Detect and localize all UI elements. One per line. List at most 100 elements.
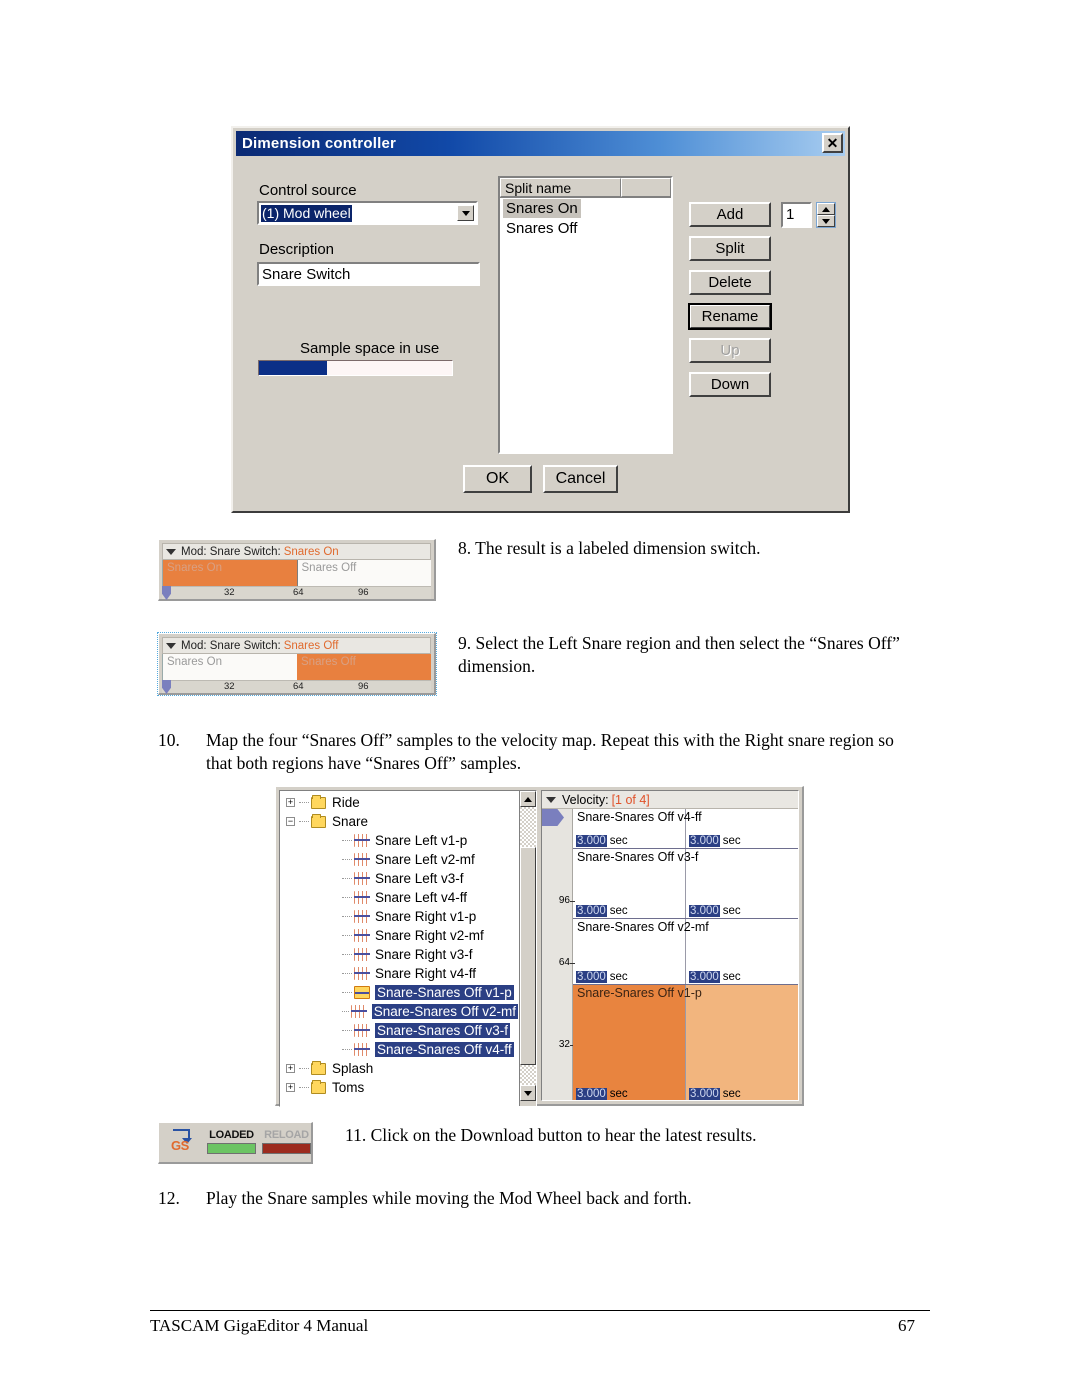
tree-item[interactable]: +Splash: [280, 1059, 518, 1078]
stepper-up-icon[interactable]: [817, 203, 835, 215]
down-button[interactable]: Down: [689, 372, 771, 397]
velocity-row[interactable]: Snare-Snares Off v1-p3.000sec3.000sec: [573, 985, 798, 1101]
split-count-input[interactable]: 1: [781, 202, 812, 228]
split-name-list[interactable]: Split name Snares OnSnares Off: [498, 176, 673, 454]
ruler-tick: 32: [224, 587, 235, 598]
velocity-cell[interactable]: 3.000sec: [685, 849, 798, 918]
tree-item[interactable]: Snare-Snares Off v3-f: [280, 1021, 518, 1040]
tree-item[interactable]: Snare Right v3-f: [280, 945, 518, 964]
download-status-widget[interactable]: GS LOADED RELOAD: [158, 1122, 313, 1164]
velocity-duration: 3.000sec: [576, 971, 628, 983]
tree-item[interactable]: Snare Left v4-ff: [280, 888, 518, 907]
collapse-icon[interactable]: −: [286, 817, 295, 826]
dimension-switch-handle[interactable]: [162, 586, 171, 600]
rename-button[interactable]: Rename: [689, 304, 771, 329]
sample-tree-panel[interactable]: +Ride−SnareSnare Left v1-pSnare Left v2-…: [279, 790, 537, 1107]
instruction-step-10-number: 10.: [158, 729, 180, 752]
reload-indicator[interactable]: RELOAD: [262, 1129, 311, 1154]
instruction-step-9-line1: 9. Select the Left Snare region and then…: [458, 632, 900, 655]
close-icon[interactable]: ✕: [822, 133, 843, 153]
dimension-region-left[interactable]: Snares On: [163, 654, 297, 680]
caret-down-icon[interactable]: [546, 797, 556, 803]
reload-label: RELOAD: [262, 1129, 311, 1141]
expand-icon[interactable]: +: [286, 798, 295, 807]
page-number: 67: [898, 1316, 915, 1336]
sample-space-progress-fill: [259, 361, 327, 375]
tree-item[interactable]: Snare Left v1-p: [280, 831, 518, 850]
loaded-indicator: LOADED: [207, 1129, 256, 1154]
ruler-tick: 64: [293, 587, 304, 598]
add-button[interactable]: Add: [689, 202, 771, 227]
velocity-duration-unit: sec: [610, 971, 628, 983]
dimension-switch-header[interactable]: Mod: Snare Switch: Snares Off: [162, 637, 431, 654]
ok-button[interactable]: OK: [463, 465, 532, 493]
dimension-region-left[interactable]: Snares On: [163, 560, 298, 586]
velocity-cell[interactable]: 3.000sec: [685, 985, 798, 1101]
scrollbar-track-bottom[interactable]: [520, 1065, 536, 1085]
scrollbar-thumb[interactable]: [520, 847, 536, 1065]
tree-item[interactable]: +Toms: [280, 1078, 518, 1097]
delete-button[interactable]: Delete: [689, 270, 771, 295]
velocity-duration-unit: sec: [723, 1088, 741, 1100]
tree-item[interactable]: Snare Left v2-mf: [280, 850, 518, 869]
scroll-up-icon[interactable]: [520, 791, 536, 807]
dimension-switch-body: Snares On Snares Off: [162, 560, 431, 586]
tree-item[interactable]: Snare Right v2-mf: [280, 926, 518, 945]
velocity-cell[interactable]: 3.000sec: [573, 985, 685, 1101]
description-input[interactable]: Snare Switch: [257, 262, 480, 286]
chevron-down-icon[interactable]: [457, 205, 474, 221]
velocity-row[interactable]: Snare-Snares Off v3-f3.000sec3.000sec: [573, 849, 798, 919]
expand-icon[interactable]: +: [286, 1083, 295, 1092]
velocity-row[interactable]: Snare-Snares Off v4-ff3.000sec3.000sec: [573, 809, 798, 849]
split-count-stepper[interactable]: [816, 202, 836, 228]
stepper-down-icon[interactable]: [817, 215, 835, 227]
reload-led[interactable]: [262, 1143, 311, 1154]
velocity-header[interactable]: Velocity: [1 of 4]: [542, 791, 798, 809]
tree-connector: [342, 840, 352, 841]
dimension-region-right[interactable]: Snares Off: [298, 560, 432, 586]
split-list-item[interactable]: Snares On: [500, 198, 671, 218]
split-name-column-header[interactable]: Split name: [500, 178, 621, 197]
velocity-map-panel[interactable]: Velocity: [1 of 4] 96 64 32 Snare-Snares…: [541, 790, 799, 1101]
tree-item[interactable]: +Ride: [280, 793, 518, 812]
scrollbar-track-top[interactable]: [520, 807, 536, 847]
dimension-controller-dialog: Dimension controller ✕ Control source (1…: [231, 126, 850, 513]
caret-down-icon[interactable]: [166, 549, 176, 555]
dimension-switch-snares-off[interactable]: Mod: Snare Switch: Snares Off Snares On …: [158, 633, 436, 695]
tree-item[interactable]: Snare-Snares Off v2-mf: [280, 1002, 518, 1021]
velocity-duration-unit: sec: [610, 905, 628, 917]
tree-connector: [342, 878, 352, 879]
tree-connector: [299, 1087, 309, 1088]
tree-item[interactable]: Snare Right v1-p: [280, 907, 518, 926]
velocity-tick: 32: [559, 1039, 570, 1050]
instruction-step-10-line2: that both regions have “Snares Off” samp…: [206, 752, 521, 775]
waveform-icon: [354, 891, 370, 904]
tree-item-label: Snare Right v4-ff: [375, 966, 476, 981]
caret-down-icon[interactable]: [166, 643, 176, 649]
velocity-duration-value: 3.000: [576, 835, 607, 847]
velocity-row[interactable]: Snare-Snares Off v2-mf3.000sec3.000sec: [573, 919, 798, 985]
download-gs-icon[interactable]: GS: [167, 1126, 201, 1156]
split-list-item[interactable]: Snares Off: [500, 218, 671, 238]
velocity-duration: 3.000sec: [576, 905, 628, 917]
tree-item[interactable]: Snare-Snares Off v1-p: [280, 983, 518, 1002]
tree-item[interactable]: Snare Right v4-ff: [280, 964, 518, 983]
dimension-switch-ruler: 32 64 96: [162, 680, 431, 693]
dimension-switch-handle[interactable]: [162, 680, 171, 694]
tree-vertical-scrollbar[interactable]: [519, 791, 536, 1106]
control-source-combobox[interactable]: (1) Mod wheel: [257, 201, 478, 225]
waveform-icon: [354, 853, 370, 866]
dimension-switch-snares-on[interactable]: Mod: Snare Switch: Snares On Snares On S…: [158, 539, 436, 601]
scroll-down-icon[interactable]: [520, 1085, 536, 1101]
cancel-button[interactable]: Cancel: [543, 465, 618, 493]
split-button[interactable]: Split: [689, 236, 771, 261]
dimension-switch-header[interactable]: Mod: Snare Switch: Snares On: [162, 543, 431, 560]
tree-item[interactable]: Snare-Snares Off v4-ff: [280, 1040, 518, 1059]
tree-item[interactable]: Snare Left v3-f: [280, 869, 518, 888]
loaded-led: [207, 1143, 256, 1154]
velocity-body: 96 64 32 Snare-Snares Off v4-ff3.000sec3…: [542, 809, 798, 1100]
dimension-region-right[interactable]: Snares Off: [297, 654, 431, 680]
velocity-playhead-handle[interactable]: [542, 809, 564, 826]
expand-icon[interactable]: +: [286, 1064, 295, 1073]
tree-item[interactable]: −Snare: [280, 812, 518, 831]
